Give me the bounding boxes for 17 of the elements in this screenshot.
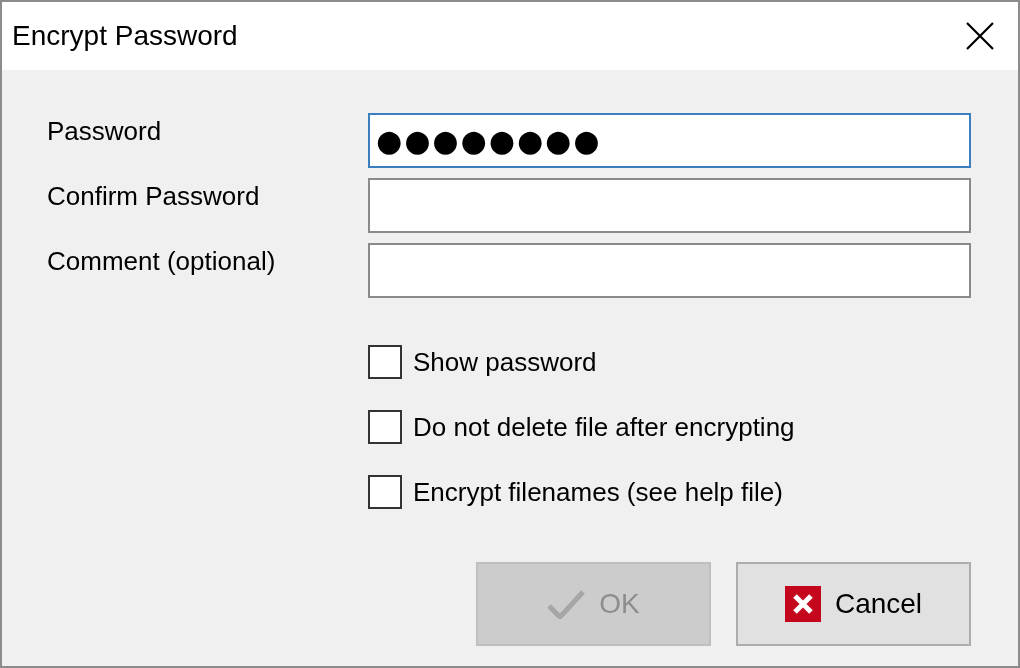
cancel-button[interactable]: Cancel bbox=[736, 562, 971, 646]
checkbox[interactable] bbox=[368, 410, 402, 444]
checkbox[interactable] bbox=[368, 475, 402, 509]
close-icon bbox=[966, 22, 994, 50]
field-label: Comment (optional) bbox=[47, 245, 276, 277]
checkbox[interactable] bbox=[368, 345, 402, 379]
cancel-icon bbox=[784, 586, 821, 622]
field-label: Confirm Password bbox=[47, 180, 260, 212]
checkbox-label[interactable]: Show password bbox=[413, 346, 597, 378]
field-label: Password bbox=[47, 115, 162, 147]
checkbox-label[interactable]: Do not delete file after encrypting bbox=[413, 411, 795, 443]
check-icon bbox=[547, 589, 586, 619]
input-field[interactable] bbox=[368, 243, 971, 298]
input-field[interactable] bbox=[368, 178, 971, 233]
checkbox-label[interactable]: Encrypt filenames (see help file) bbox=[413, 476, 783, 508]
input-field[interactable]: ●●●●●●●● bbox=[368, 113, 971, 168]
window-title: Encrypt Password bbox=[12, 20, 238, 52]
